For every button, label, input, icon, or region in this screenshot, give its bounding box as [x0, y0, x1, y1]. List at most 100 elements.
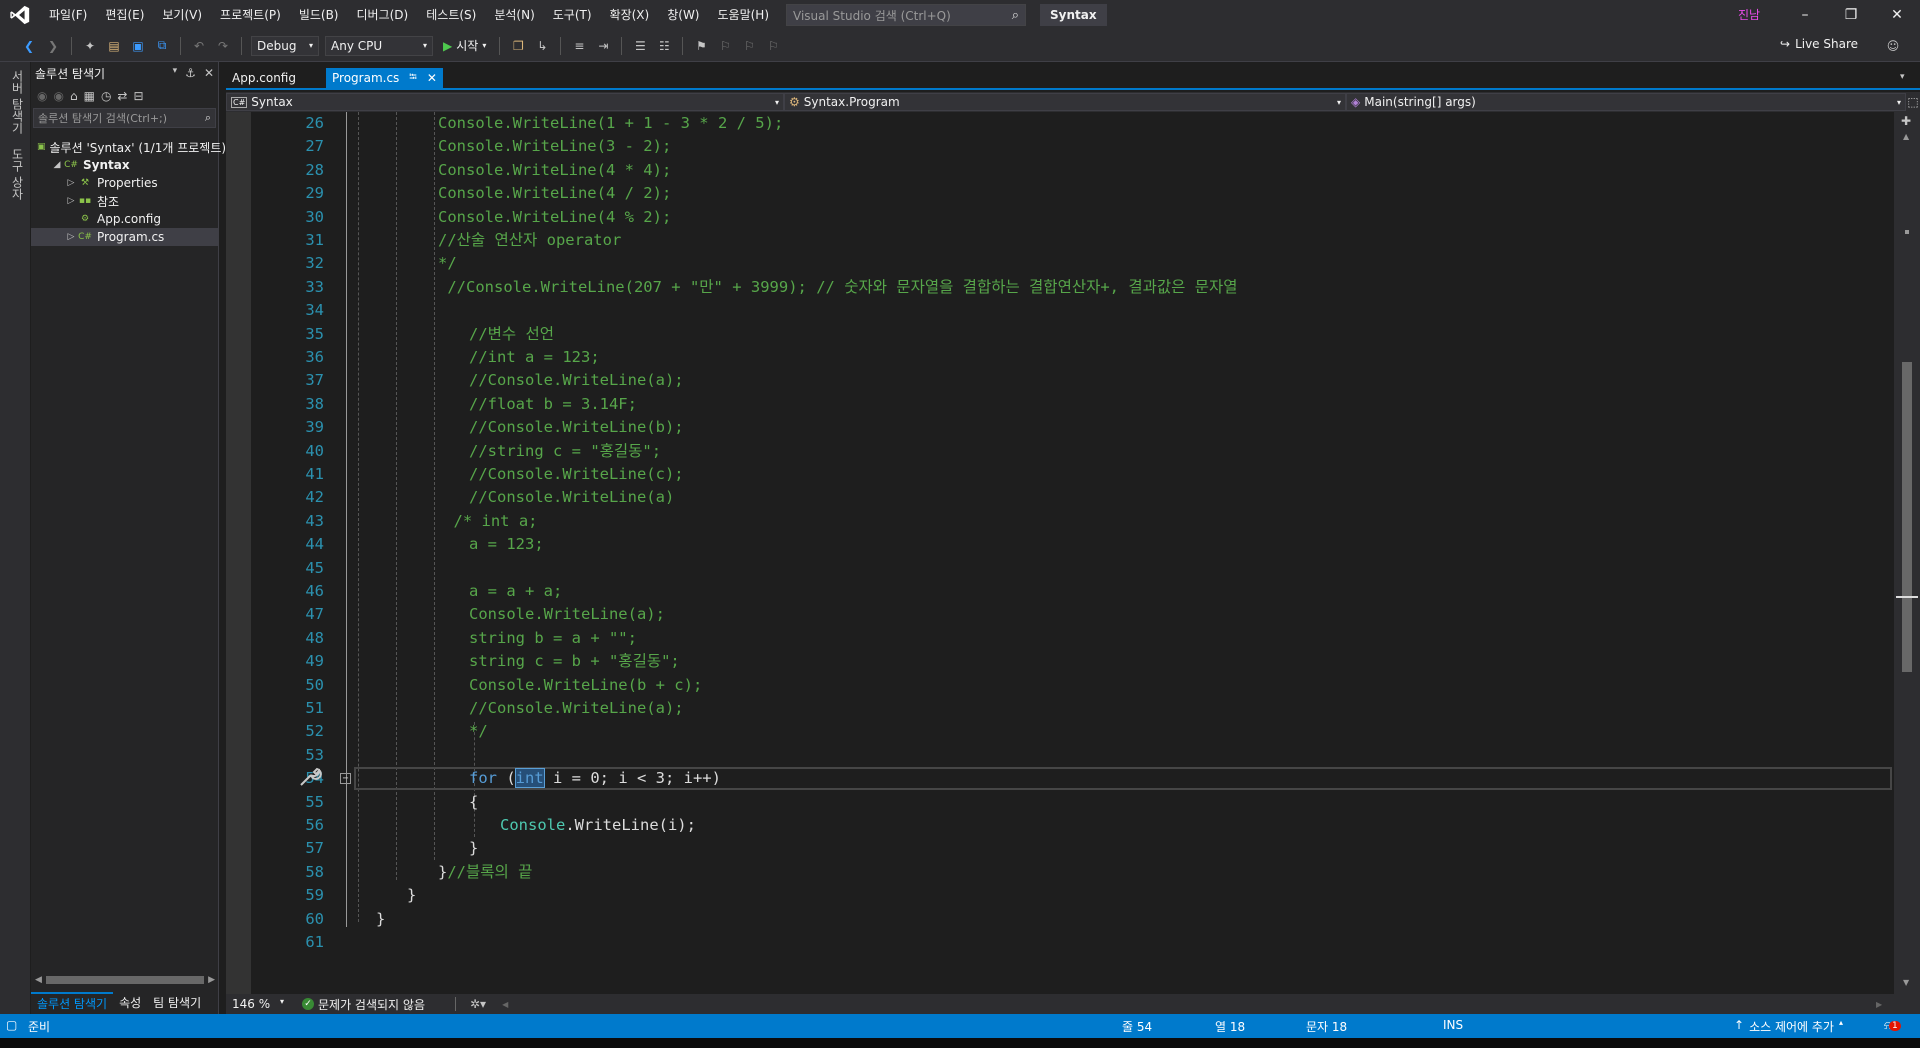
zoom-select[interactable]: 146 % ▾ — [226, 997, 290, 1011]
project-dropdown[interactable]: C# Syntax ▾ — [226, 93, 784, 111]
split-window-icon[interactable]: ⬚ — [1906, 95, 1920, 109]
menu-item[interactable]: 보기(V) — [153, 0, 211, 30]
tree-item[interactable]: ▷ ⚒ Properties — [31, 174, 218, 192]
code-line[interactable]: 37 //Console.WriteLine(a); — [226, 369, 1894, 392]
sync-icon[interactable]: ⇄ — [117, 89, 127, 103]
code-line[interactable]: 57} — [226, 837, 1894, 860]
code-line[interactable]: 42 //Console.WriteLine(a) — [226, 486, 1894, 509]
code-line[interactable]: −54 for (int i = 0; i < 3; i++) — [226, 767, 1894, 791]
back-icon[interactable]: ◉ — [37, 89, 47, 103]
pin-icon[interactable]: ⚓ — [185, 66, 196, 80]
menu-item[interactable]: 프로젝트(P) — [211, 0, 290, 30]
expander-icon[interactable]: ▷ — [65, 178, 77, 188]
menu-item[interactable]: 도움말(H) — [709, 0, 779, 30]
notifications-button[interactable]: ⍾ 1 — [1884, 1018, 1901, 1033]
save-all-icon[interactable]: ⧉ — [153, 37, 171, 55]
menu-item[interactable]: 디버그(D) — [348, 0, 418, 30]
quick-actions-icon[interactable] — [298, 766, 322, 791]
toolbox-tab[interactable]: 도구 상자 — [9, 148, 26, 200]
scroll-up-icon[interactable]: ▲ — [1903, 132, 1909, 141]
code-line[interactable]: 32 */ — [226, 252, 1894, 275]
close-panel-icon[interactable]: ✕ — [204, 66, 214, 80]
source-control-button[interactable]: ↑ 소스 제어에 추가 ▴ — [1734, 1018, 1843, 1035]
open-file-icon[interactable]: ▤ — [105, 37, 123, 55]
document-tab[interactable]: App.config — [226, 68, 326, 88]
tree-item[interactable]: ▣ 솔루션 'Syntax' (1/1개 프로젝트) — [31, 138, 226, 156]
prev-bookmark-icon[interactable]: ⚐ — [716, 37, 734, 55]
bottom-tab[interactable]: 솔루션 탐색기 — [31, 992, 114, 1014]
menu-item[interactable]: 분석(N) — [485, 0, 543, 30]
navigate-back-icon[interactable]: ❮ — [20, 37, 38, 55]
issues-indicator[interactable]: ✓ 문제가 검색되지 않음 — [302, 996, 425, 1013]
code-line[interactable]: 45 — [226, 557, 1894, 580]
restore-icon[interactable]: ❐ — [1828, 0, 1874, 30]
home-icon[interactable]: ⌂ — [70, 89, 78, 103]
browser-link-icon[interactable]: ❐ — [509, 37, 527, 55]
redo-icon[interactable]: ↷ — [214, 37, 232, 55]
collapse-icon[interactable]: − — [340, 773, 351, 785]
tree-item[interactable]: ⚙ App.config — [31, 210, 218, 228]
menu-item[interactable]: 도구(T) — [544, 0, 601, 30]
tree-item[interactable]: ▷ C# Program.cs — [31, 228, 218, 246]
clear-bookmarks-icon[interactable]: ⚐ — [764, 37, 782, 55]
code-line[interactable]: 44 a = 123; — [226, 533, 1894, 556]
code-line[interactable]: 49 string c = b + "홍길동"; — [226, 650, 1894, 673]
code-line[interactable]: 30 Console.WriteLine(4 % 2); — [226, 206, 1894, 229]
horizontal-scrollbar[interactable]: ◀ ▶ — [35, 974, 215, 986]
code-line[interactable]: 38 //float b = 3.14F; — [226, 393, 1894, 416]
comment-lines-icon[interactable]: ☰ — [631, 37, 649, 55]
bottom-tab[interactable]: 속성 — [113, 992, 147, 1014]
menu-item[interactable]: 창(W) — [658, 0, 708, 30]
bottom-tab[interactable]: 팀 탐색기 — [147, 992, 207, 1014]
navigate-forward-icon[interactable]: ❯ — [44, 37, 62, 55]
code-line[interactable]: 58}//블록의 끝 — [226, 861, 1894, 884]
undo-icon[interactable]: ↶ — [190, 37, 208, 55]
format-document-icon[interactable]: ≡ — [570, 37, 588, 55]
save-icon[interactable]: ▣ — [129, 37, 147, 55]
code-line[interactable]: 53 — [226, 744, 1894, 767]
code-line[interactable]: 31 //산술 연산자 operator — [226, 229, 1894, 252]
scroll-left-icon[interactable]: ◀ — [35, 975, 42, 985]
status-insert-mode[interactable]: INS — [1443, 1018, 1463, 1032]
menu-item[interactable]: 빌드(B) — [290, 0, 348, 30]
minimize-icon[interactable]: – — [1782, 0, 1828, 30]
code-line[interactable]: 35 //변수 선언 — [226, 323, 1894, 346]
code-line[interactable]: 52 */ — [226, 720, 1894, 743]
code-editor[interactable]: 26 Console.WriteLine(1 + 1 - 3 * 2 / 5); 2… — [226, 112, 1894, 994]
scroll-right-icon[interactable]: ▶ — [1876, 1000, 1882, 1009]
feedback-icon[interactable]: ☺ — [1884, 37, 1902, 55]
bookmark-icon[interactable]: ⚑ — [692, 37, 710, 55]
type-dropdown[interactable]: ⚙ Syntax.Program ▾ — [784, 93, 1346, 111]
expander-icon[interactable]: ▷ — [65, 232, 77, 242]
scroll-thumb[interactable] — [1902, 362, 1912, 672]
expander-icon[interactable]: ▷ — [65, 196, 77, 206]
indent-icon[interactable]: ⇥ — [594, 37, 612, 55]
pin-icon[interactable]: ⭾ — [409, 68, 417, 88]
code-line[interactable]: 28 Console.WriteLine(4 * 4); — [226, 159, 1894, 182]
next-bookmark-icon[interactable]: ⚐ — [740, 37, 758, 55]
menu-item[interactable]: 테스트(S) — [417, 0, 485, 30]
member-dropdown[interactable]: ◈ Main(string[] args) ▾ — [1346, 93, 1906, 111]
code-line[interactable]: 40 //string c = "홍길동"; — [226, 440, 1894, 463]
code-line[interactable]: 39 //Console.WriteLine(b); — [226, 416, 1894, 439]
vs-search-input[interactable]: Visual Studio 검색 (Ctrl+Q) ⌕ — [786, 4, 1027, 26]
uncomment-lines-icon[interactable]: ☷ — [655, 37, 673, 55]
solution-explorer-search-input[interactable]: 솔루션 탐색기 검색(Ctrl+;) ⌕ — [33, 108, 216, 128]
code-line[interactable]: 33 //Console.WriteLine(207 + "만" + 3999)… — [226, 276, 1894, 299]
document-tab[interactable]: Program.cs ⭾ ✕ — [326, 68, 443, 88]
code-line[interactable]: 55 { — [226, 791, 1894, 814]
visual-studio-logo-icon[interactable] — [0, 0, 40, 30]
live-share-button[interactable]: ↪ Live Share — [1780, 37, 1858, 51]
code-line[interactable]: 36 //int a = 123; — [226, 346, 1894, 369]
code-line[interactable]: 61 — [226, 931, 1894, 954]
tree-item[interactable]: ◢ C# Syntax — [31, 156, 218, 174]
pending-changes-icon[interactable]: ◷ — [101, 89, 111, 103]
scroll-left-icon[interactable]: ◀ — [502, 1000, 508, 1009]
code-line[interactable]: 34 — [226, 299, 1894, 322]
editor-vertical-scrollbar[interactable]: ✚ ▲ ▼ — [1894, 112, 1920, 994]
tree-item[interactable]: ▷ ▪▪ 참조 — [31, 192, 218, 210]
code-line[interactable]: 51 //Console.WriteLine(a); — [226, 697, 1894, 720]
collapse-all-icon[interactable]: ⊟ — [133, 89, 143, 103]
add-split-icon[interactable]: ✚ — [1901, 114, 1911, 128]
scroll-thumb[interactable] — [45, 976, 205, 984]
